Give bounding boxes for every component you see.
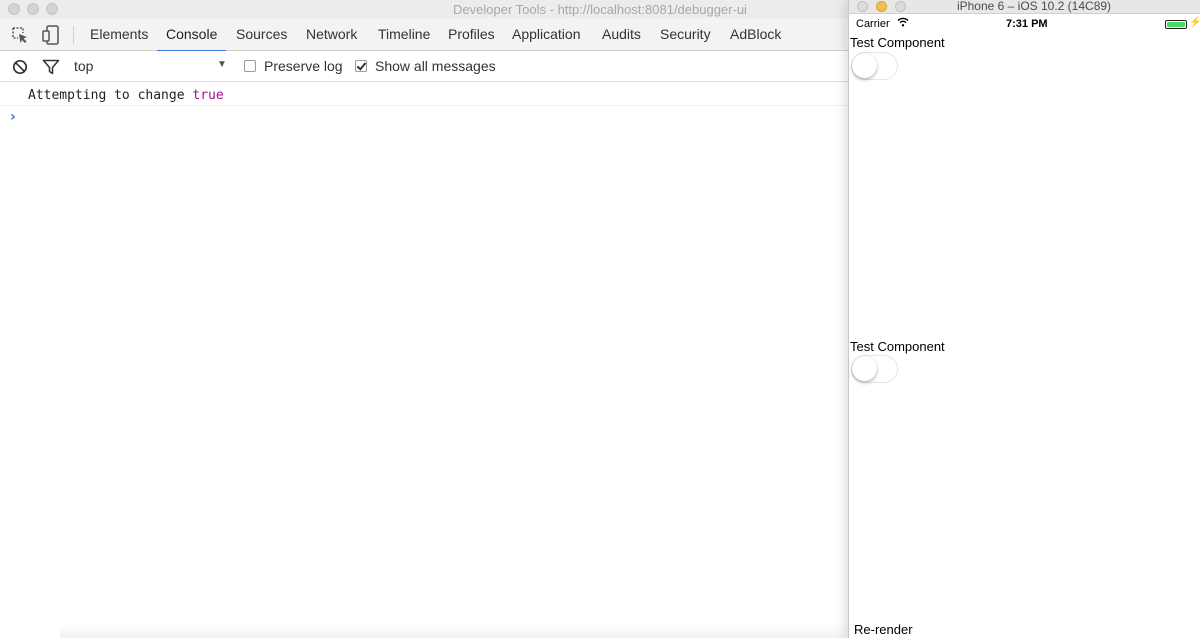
tab-timeline[interactable]: Timeline	[378, 18, 430, 51]
zoom-window-button[interactable]	[46, 3, 58, 15]
devtools-window: Developer Tools - http://localhost:8081/…	[0, 0, 848, 638]
inspect-element-icon[interactable]	[9, 24, 31, 46]
switch-knob	[852, 53, 877, 78]
rerender-button[interactable]: Re-render	[854, 622, 913, 637]
close-window-button[interactable]	[8, 3, 20, 15]
tab-console[interactable]: Console	[156, 18, 227, 52]
console-message-string: Attempting to change	[28, 88, 185, 103]
preserve-log-checkbox[interactable]	[244, 60, 256, 72]
minimize-window-button[interactable]	[27, 3, 39, 15]
devtools-titlebar: Developer Tools - http://localhost:8081/…	[0, 0, 848, 18]
simulator-minimize-button[interactable]	[876, 1, 887, 12]
context-selector[interactable]: top	[74, 58, 93, 74]
console-message: Attempting to change true	[0, 82, 848, 106]
context-dropdown-icon[interactable]: ▼	[217, 59, 227, 70]
console-message-text: Attempting to change true	[28, 88, 224, 103]
tab-adblock[interactable]: AdBlock	[730, 18, 781, 51]
charging-bolt-icon: ⚡	[1189, 17, 1200, 28]
simulator-window-title: iPhone 6 – iOS 10.2 (14C89)	[956, 0, 1112, 13]
clear-console-icon[interactable]	[10, 57, 30, 77]
simulator-zoom-button[interactable]	[895, 1, 906, 12]
tab-network[interactable]: Network	[306, 18, 357, 51]
filter-icon[interactable]	[41, 57, 61, 77]
console-message-value: true	[192, 88, 224, 103]
preserve-log-label[interactable]: Preserve log	[264, 58, 343, 74]
carrier-label: Carrier	[856, 18, 890, 30]
test-component-switch-1[interactable]	[851, 52, 898, 80]
test-component-switch-2[interactable]	[851, 355, 898, 383]
console-filterbar: top ▼ Preserve log Show all messages	[0, 51, 848, 82]
devtools-tabbar: Elements Console Sources Network Timelin…	[0, 18, 848, 52]
tab-security[interactable]: Security	[660, 18, 711, 51]
simulator-window: iPhone 6 – iOS 10.2 (14C89) Carrier 7:31…	[848, 0, 1200, 638]
battery-icon	[1165, 20, 1187, 29]
test-component-label-1: Test Component	[850, 35, 945, 50]
show-all-messages-label[interactable]: Show all messages	[375, 58, 496, 74]
toolbar-divider	[73, 26, 74, 44]
test-component-label-2: Test Component	[850, 339, 945, 354]
tab-audits[interactable]: Audits	[602, 18, 641, 51]
console-prompt-icon[interactable]: ›	[10, 109, 16, 125]
tab-profiles[interactable]: Profiles	[448, 18, 495, 51]
ios-statusbar: Carrier 7:31 PM ⚡	[849, 16, 1200, 34]
switch-knob	[852, 356, 877, 381]
tab-elements[interactable]: Elements	[90, 18, 148, 51]
battery-level-fill	[1167, 22, 1185, 27]
devtools-window-title: Developer Tools - http://localhost:8081/…	[453, 2, 747, 17]
tab-sources[interactable]: Sources	[236, 18, 287, 51]
simulator-titlebar: iPhone 6 – iOS 10.2 (14C89)	[849, 0, 1200, 14]
show-all-messages-checkbox[interactable]	[355, 60, 367, 72]
wifi-icon	[897, 17, 909, 30]
devtools-bottom-shadow	[60, 624, 848, 638]
simulator-close-button[interactable]	[857, 1, 868, 12]
tab-application[interactable]: Application	[512, 18, 581, 51]
status-time: 7:31 PM	[1006, 18, 1048, 30]
device-toolbar-icon[interactable]	[40, 24, 62, 46]
